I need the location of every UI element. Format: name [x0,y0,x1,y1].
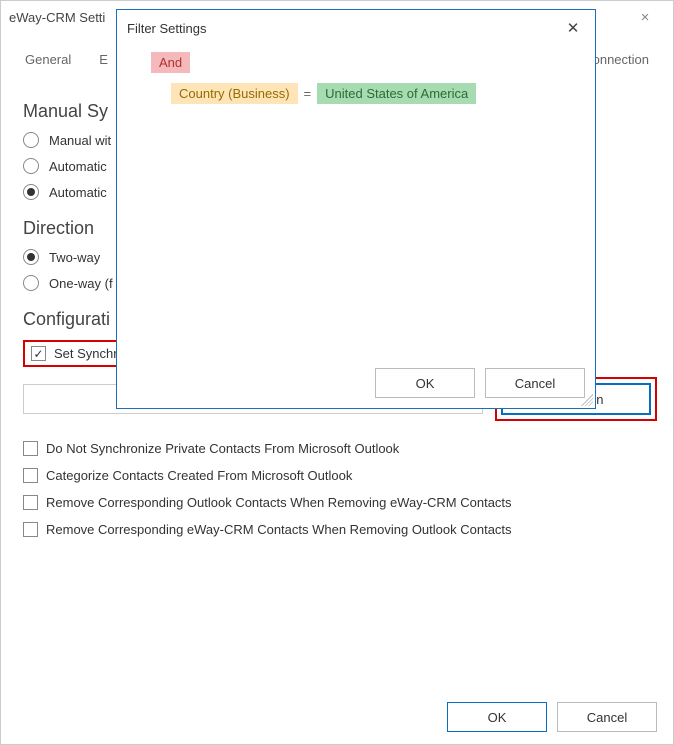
checkbox-no-private-label: Do Not Synchronize Private Contacts From… [46,441,399,456]
check-remove-outlook-row[interactable]: Remove Corresponding Outlook Contacts Wh… [23,495,657,510]
ok-button[interactable]: OK [447,702,547,732]
dialog-footer: OK Cancel [117,358,595,408]
radio-automatic-2[interactable] [23,184,39,200]
check-no-private-row[interactable]: Do Not Synchronize Private Contacts From… [23,441,657,456]
footer-buttons: OK Cancel [447,702,657,732]
filter-comparison[interactable]: = [302,86,314,101]
radio-twoway-label: Two-way [49,250,100,265]
checkbox-no-private[interactable] [23,441,38,456]
checkbox-remove-eway-label: Remove Corresponding eWay-CRM Contacts W… [46,522,512,537]
checkbox-set-condition[interactable] [31,346,46,361]
checkbox-remove-eway[interactable] [23,522,38,537]
checkbox-categorize[interactable] [23,468,38,483]
filter-settings-dialog: Filter Settings ✕ And Country (Business)… [116,9,596,409]
tab-connection[interactable]: onnection [593,46,663,77]
radio-oneway[interactable] [23,275,39,291]
tab-general[interactable]: General [11,46,85,77]
checkbox-categorize-label: Categorize Contacts Created From Microso… [46,468,352,483]
radio-oneway-label: One-way (f [49,276,113,291]
close-icon[interactable]: × [625,9,665,26]
filter-operator-and[interactable]: And [151,52,190,73]
cancel-button[interactable]: Cancel [557,702,657,732]
dialog-body: And Country (Business) = United States o… [117,46,595,358]
tab-second[interactable]: E [85,46,108,77]
check-remove-eway-row[interactable]: Remove Corresponding eWay-CRM Contacts W… [23,522,657,537]
radio-automatic-1-label: Automatic [49,159,107,174]
checkbox-remove-outlook-label: Remove Corresponding Outlook Contacts Wh… [46,495,512,510]
resize-handle-icon[interactable] [581,394,593,406]
radio-manual[interactable] [23,132,39,148]
radio-automatic-2-label: Automatic [49,185,107,200]
radio-twoway[interactable] [23,249,39,265]
dialog-title: Filter Settings [127,21,561,36]
dialog-ok-button[interactable]: OK [375,368,475,398]
settings-window: eWay-CRM Setti × General E onnection Man… [0,0,674,745]
dialog-title-bar: Filter Settings ✕ [117,10,595,46]
checkbox-remove-outlook[interactable] [23,495,38,510]
dialog-cancel-button[interactable]: Cancel [485,368,585,398]
radio-manual-label: Manual wit [49,133,111,148]
filter-condition-line[interactable]: Country (Business) = United States of Am… [171,83,585,104]
check-categorize-row[interactable]: Categorize Contacts Created From Microso… [23,468,657,483]
filter-field[interactable]: Country (Business) [171,83,298,104]
radio-automatic-1[interactable] [23,158,39,174]
filter-value[interactable]: United States of America [317,83,476,104]
dialog-close-icon[interactable]: ✕ [561,19,585,37]
